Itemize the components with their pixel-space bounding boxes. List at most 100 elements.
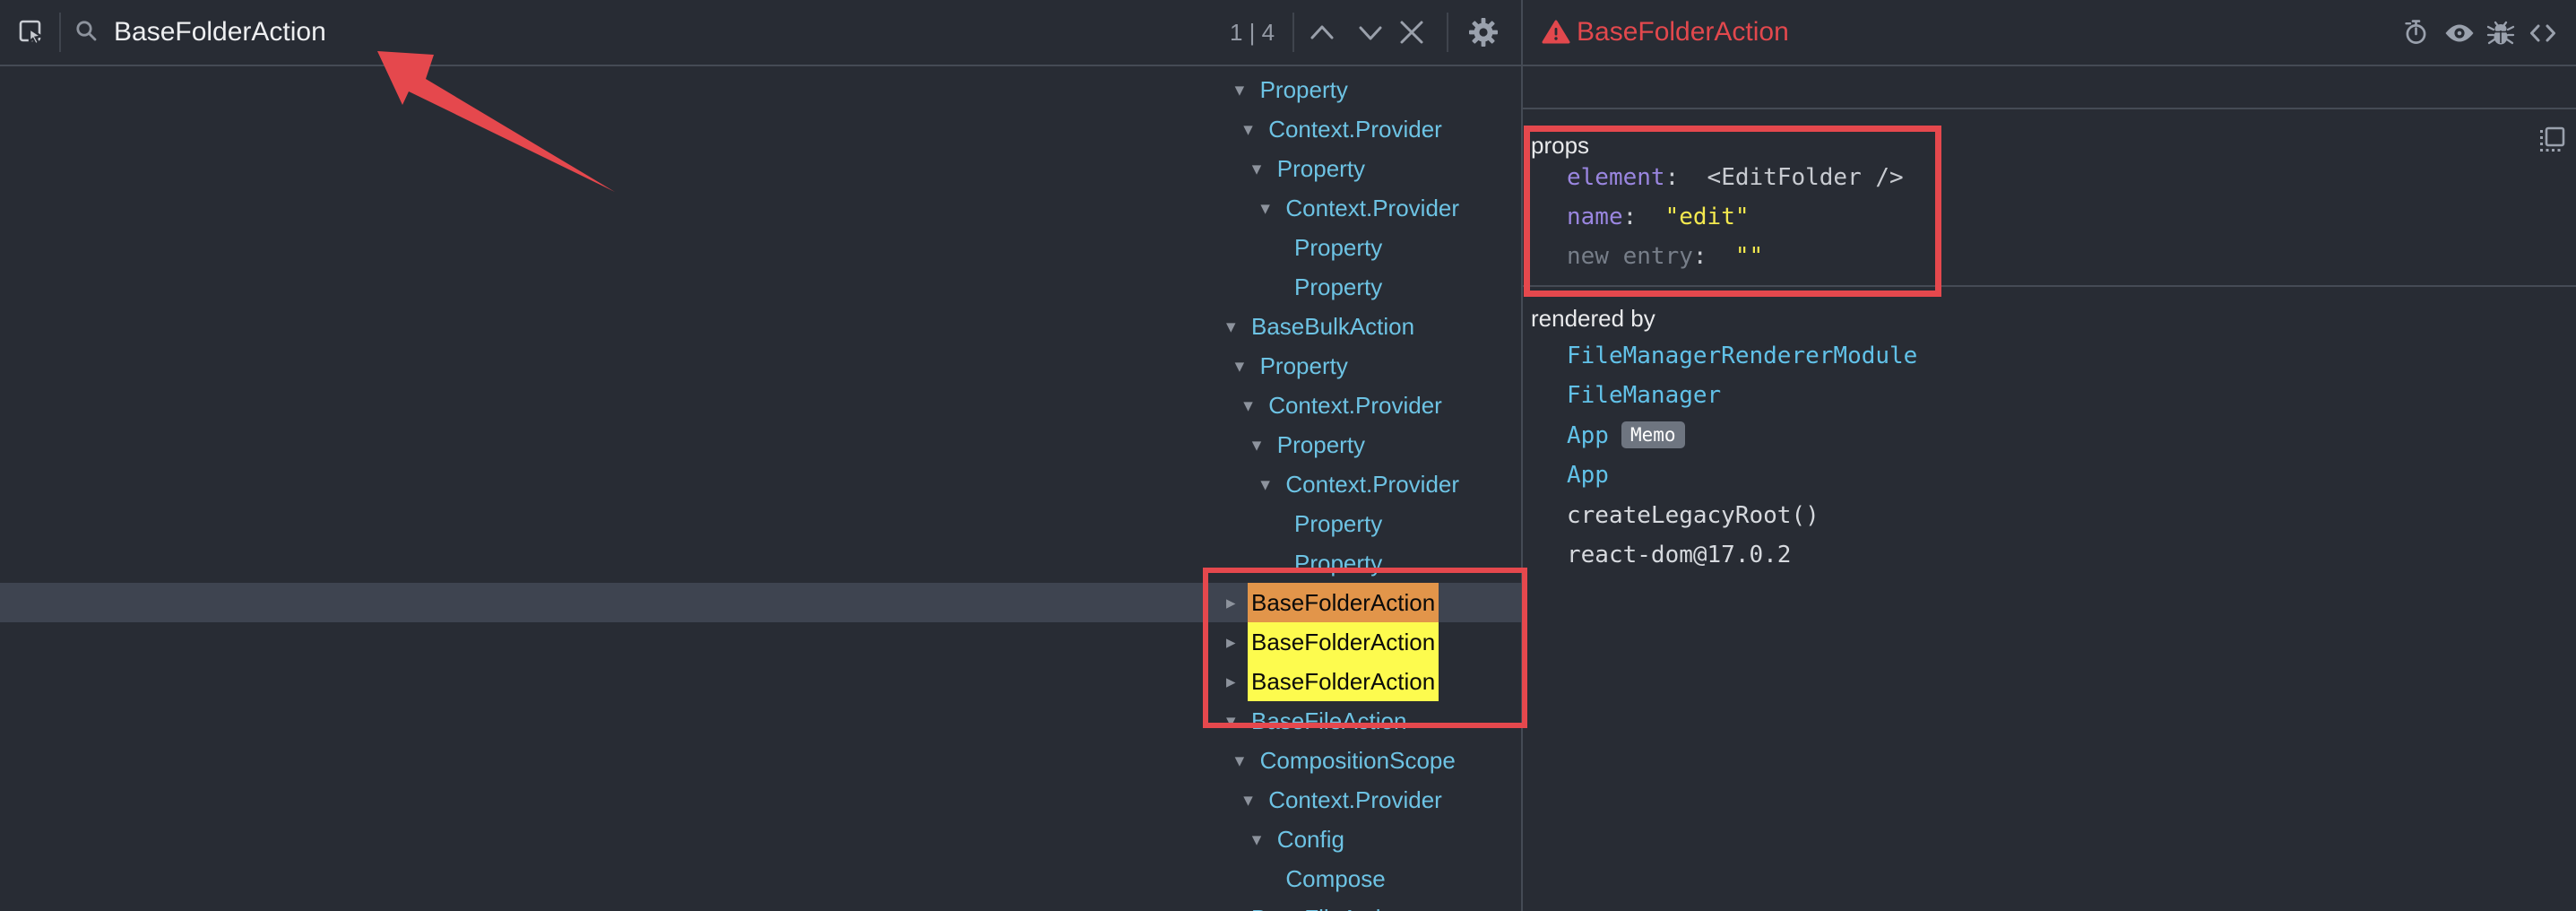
tree-row-Property[interactable]: Property (0, 228, 1521, 267)
inspected-element-pane: BaseFolderAction (1521, 0, 2576, 911)
chevron-down-icon[interactable]: ▾ (1235, 70, 1257, 109)
chevron-down-icon[interactable]: ▾ (1260, 188, 1282, 228)
profiler-button[interactable] (2402, 18, 2431, 47)
tree-row-Property[interactable]: ▾Property (0, 425, 1521, 464)
chevron-down-icon[interactable]: ▾ (1252, 425, 1274, 464)
toolbar-separator (59, 13, 61, 52)
component-name: Context.Provider (1268, 780, 1442, 820)
previous-result-button[interactable] (1309, 19, 1336, 46)
chevron-down-icon[interactable]: ▾ (1260, 464, 1282, 504)
tree-row-Property[interactable]: ▾Property (0, 70, 1521, 109)
toolbar-separator (1447, 13, 1448, 52)
chevron-down-icon[interactable]: ▾ (1252, 820, 1274, 859)
rendered-by-label: rendered by (1531, 299, 1655, 338)
copy-props-button[interactable] (2533, 124, 2567, 158)
chevron-down-icon[interactable]: ▾ (1226, 898, 1248, 911)
inspect-dom-button[interactable] (2443, 22, 2476, 45)
chevron-down-icon[interactable]: ▾ (1235, 741, 1257, 780)
profiler-timer-icon (2402, 18, 2431, 47)
rendered-by-item: createLegacyRoot() (1523, 496, 2576, 535)
owner-link[interactable]: FileManager (1567, 382, 1721, 409)
component-name: Context.Provider (1285, 464, 1459, 504)
component-name: Property (1294, 543, 1382, 583)
chevron-down-icon[interactable]: ▾ (1243, 109, 1265, 149)
rendered-by-section: rendered by FileManagerRendererModule Fil… (1523, 287, 2576, 911)
tree-row-BaseFileAction[interactable]: ▾BaseFileAction (0, 701, 1521, 741)
tree-row-BaseFolderAction[interactable]: ▸BaseFolderAction (0, 583, 1521, 622)
prop-colon: : (1693, 243, 1735, 270)
chevron-down-icon[interactable]: ▾ (1226, 307, 1248, 346)
chevron-down-icon[interactable]: ▾ (1243, 386, 1265, 425)
chevron-down-icon (1357, 19, 1384, 46)
search-result-count: 1 | 4 (1230, 0, 1275, 65)
prop-key[interactable]: element (1567, 164, 1665, 191)
rendered-by-item: AppMemo (1523, 416, 2576, 456)
tree-row-Context.Provider[interactable]: ▾Context.Provider (0, 188, 1521, 228)
chevron-down-icon[interactable]: ▾ (1243, 780, 1265, 820)
chevron-right-icon[interactable]: ▸ (1226, 662, 1248, 701)
component-name: Property (1277, 425, 1365, 464)
chevron-right-icon[interactable]: ▸ (1226, 583, 1248, 622)
prop-key[interactable]: name (1567, 204, 1623, 230)
prop-value[interactable]: "edit" (1665, 204, 1750, 230)
prop-row-name: name: "edit" (1523, 197, 2576, 237)
tree-row-BaseBulkAction[interactable]: ▾BaseBulkAction (0, 307, 1521, 346)
tree-row-Context.Provider[interactable]: ▾Context.Provider (0, 386, 1521, 425)
tree-row-BaseFileAction[interactable]: ▾BaseFileAction (0, 898, 1521, 911)
component-name: Context.Provider (1268, 109, 1442, 149)
component-tree: ▾Property▾Context.Provider▾Property▾Cont… (0, 66, 1521, 911)
tree-row-Property[interactable]: ▾Property (0, 346, 1521, 386)
tree-row-Context.Provider[interactable]: ▾Context.Provider (0, 109, 1521, 149)
owner-link[interactable]: App (1567, 462, 1609, 489)
tree-row-CompositionScope[interactable]: ▾CompositionScope (0, 741, 1521, 780)
tree-row-BaseFolderAction[interactable]: ▸BaseFolderAction (0, 622, 1521, 662)
chevron-down-icon[interactable]: ▾ (1235, 346, 1257, 386)
copy-props-icon (2533, 124, 2567, 158)
tree-row-Property[interactable]: Property (0, 504, 1521, 543)
settings-button[interactable] (1468, 17, 1499, 48)
props-section: props element: <EditFolder />name: "edit… (1523, 109, 2576, 287)
tree-row-Property[interactable]: Property (0, 267, 1521, 307)
chevron-down-icon[interactable]: ▾ (1252, 149, 1274, 188)
chevron-up-icon (1309, 19, 1336, 46)
search-icon (73, 17, 101, 46)
inspect-element-button[interactable] (17, 18, 46, 47)
chevron-right-icon[interactable]: ▸ (1226, 622, 1248, 662)
chevron-down-icon[interactable]: ▾ (1226, 701, 1248, 741)
view-source-button[interactable] (2528, 21, 2557, 46)
component-name: Property (1294, 228, 1382, 267)
owner-link[interactable]: App (1567, 422, 1609, 449)
tree-row-Config[interactable]: ▾Config (0, 820, 1521, 859)
tree-row-Property[interactable]: ▾Property (0, 149, 1521, 188)
inspector-subheader (1523, 66, 2576, 109)
component-tree-pane: BaseFolderAction 1 | 4 (0, 0, 1521, 911)
inspected-component-title: BaseFolderAction (1577, 0, 1789, 65)
owner-link[interactable]: FileManagerRendererModule (1567, 343, 1917, 369)
gear-icon (1468, 17, 1499, 48)
tree-row-Context.Provider[interactable]: ▾Context.Provider (0, 464, 1521, 504)
debug-button[interactable] (2485, 18, 2516, 48)
close-icon (1398, 19, 1425, 46)
inspector-toolbar: BaseFolderAction (1523, 0, 2576, 66)
owner-text: react-dom@17.0.2 (1567, 542, 1791, 568)
next-result-button[interactable] (1357, 19, 1384, 46)
owner-text: createLegacyRoot() (1567, 502, 1820, 529)
component-name: BaseFileAction (1251, 898, 1406, 911)
rendered-by-item: react-dom@17.0.2 (1523, 535, 2576, 575)
tree-toolbar: BaseFolderAction 1 | 4 (0, 0, 1521, 66)
prop-key[interactable]: new entry (1567, 243, 1693, 270)
clear-search-button[interactable] (1398, 19, 1425, 46)
props-entries: element: <EditFolder /> name: "edit" new e… (1523, 158, 2576, 276)
tree-row-Context.Provider[interactable]: ▾Context.Provider (0, 780, 1521, 820)
rendered-by-item: FileManager (1523, 376, 2576, 415)
prop-value[interactable]: "" (1735, 243, 1763, 270)
tree-row-Compose[interactable]: Compose (0, 859, 1521, 898)
prop-value[interactable]: <EditFolder /> (1707, 164, 1904, 191)
tree-row-BaseFolderAction[interactable]: ▸BaseFolderAction (0, 662, 1521, 701)
tree-row-Property[interactable]: Property (0, 543, 1521, 583)
component-name: BaseFolderAction (1248, 622, 1439, 662)
inspect-element-icon (17, 18, 46, 47)
component-name: BaseBulkAction (1251, 307, 1414, 346)
search-query-text[interactable]: BaseFolderAction (114, 0, 326, 65)
component-name: Property (1294, 504, 1382, 543)
